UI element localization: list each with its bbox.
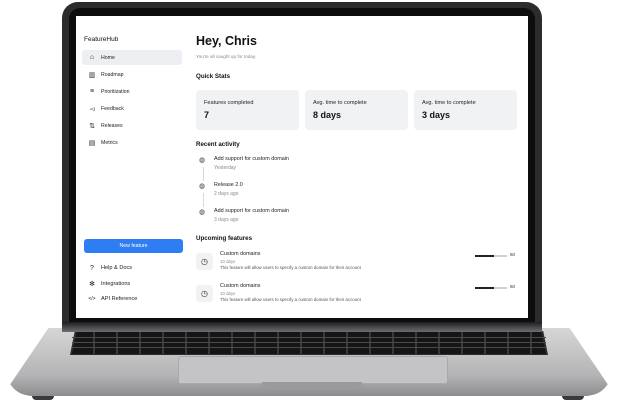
sidebar-item-releases[interactable]: ⇅ Releases — [82, 118, 182, 133]
activity-time: Yesterday — [214, 165, 237, 171]
page-title: Hey, Chris — [196, 34, 257, 48]
sidebar-nav: ⌂ Home ▥ Roadmap ≡ Prioritization ◅ Feed… — [82, 50, 182, 152]
megaphone-icon: ◅ — [89, 105, 95, 113]
page-subtitle: You're all caught up for today. — [196, 54, 257, 59]
recent-activity-heading: Recent activity — [196, 141, 240, 148]
laptop-foot — [562, 396, 584, 400]
stat-value: 7 — [204, 110, 210, 120]
stat-label: Avg. time to complete — [422, 100, 476, 106]
globe-icon: ◍ — [199, 157, 206, 164]
activity-time: 3 days ago — [214, 217, 239, 223]
activity-title: Release 2.0 — [214, 182, 243, 188]
sidebar-item-label: Prioritization — [101, 88, 130, 95]
sidebar-item-label: Feedback — [101, 105, 124, 112]
progress-bar — [475, 255, 507, 257]
sidebar-item-label: Home — [101, 54, 115, 61]
laptop-foot — [32, 396, 54, 400]
plug-icon: ✻ — [89, 280, 95, 288]
activity-title: Add support for custom domain — [214, 156, 289, 162]
list-icon: ≡ — [89, 88, 95, 95]
sidebar-item-metrics[interactable]: ▤ Metrics — [82, 135, 182, 150]
new-feature-button[interactable]: New feature — [84, 239, 183, 253]
stat-label: Avg. time to complete — [313, 100, 367, 106]
progress-fill — [475, 255, 495, 257]
sidebar-item-label: Metrics — [101, 139, 118, 146]
keyboard-row-divider — [72, 337, 546, 338]
upcoming-features-heading: Upcoming features — [196, 235, 253, 242]
sidebar: FeatureHub ⌂ Home ▥ Roadmap ≡ Prioritiza… — [76, 16, 188, 318]
progress-fill — [475, 287, 495, 289]
main-content: Hey, Chris You're all caught up for toda… — [196, 16, 528, 318]
feature-duration: 10 days — [220, 291, 236, 296]
feature-title: Custom domains — [220, 251, 261, 257]
feature-description: This feature will allow users to specify… — [220, 297, 361, 302]
bar-chart-icon: ▤ — [88, 139, 96, 147]
hinge — [62, 322, 542, 332]
stat-value: 3 days — [422, 110, 451, 120]
sidebar-item-help-docs[interactable]: ? Help & Docs — [82, 261, 182, 275]
app-window: FeatureHub ⌂ Home ▥ Roadmap ≡ Prioritiza… — [76, 16, 528, 318]
keyboard-row-divider — [72, 347, 546, 348]
stat-card: Features completed 7 — [196, 90, 299, 130]
sidebar-item-prioritization[interactable]: ≡ Prioritization — [82, 84, 182, 99]
globe-icon: ◍ — [199, 209, 206, 216]
sidebar-item-integrations[interactable]: ✻ Integrations — [82, 277, 182, 291]
map-icon: ▥ — [88, 71, 96, 79]
stat-card: Avg. time to complete 8 days — [305, 90, 408, 130]
sidebar-item-api-reference[interactable]: </> API Reference — [82, 292, 182, 306]
progress-value: 60 — [510, 284, 516, 289]
sidebar-item-roadmap[interactable]: ▥ Roadmap — [82, 67, 182, 82]
home-icon: ⌂ — [89, 54, 95, 61]
sidebar-item-label: Integrations — [101, 280, 131, 287]
keyboard-keys — [72, 332, 546, 354]
feature-description: This feature will allow users to specify… — [220, 265, 361, 270]
clock-icon: ◷ — [196, 285, 213, 302]
upcoming-feature-item[interactable]: ◷ Custom domains 10 days This feature wi… — [196, 283, 528, 311]
activity-title: Add support for custom domain — [214, 208, 289, 214]
sidebar-item-label: API Reference — [101, 296, 138, 302]
activity-item[interactable]: ◍ Add support for custom domain Yesterda… — [196, 156, 396, 181]
globe-icon: ◍ — [199, 183, 206, 190]
lid-opening-notch — [262, 382, 362, 388]
sidebar-item-label: Roadmap — [101, 71, 124, 78]
keyboard-row-divider — [72, 342, 546, 343]
timeline-connector — [202, 193, 204, 207]
app-logo-text: FeatureHub — [84, 36, 119, 43]
clock-icon: ◷ — [196, 253, 213, 270]
code-icon: </> — [88, 296, 96, 302]
activity-item[interactable]: ◍ Add support for custom domain 3 days a… — [196, 208, 396, 230]
progress-bar — [475, 287, 507, 289]
feature-duration: 10 days — [220, 259, 236, 264]
sidebar-footer-nav: ? Help & Docs ✻ Integrations </> API Ref… — [82, 261, 182, 308]
stat-value: 8 days — [313, 110, 342, 120]
sidebar-item-home[interactable]: ⌂ Home — [82, 50, 182, 65]
trackpad — [178, 356, 448, 384]
activity-time: 2 days ago — [214, 191, 239, 197]
stat-label: Features completed — [204, 100, 254, 106]
stat-card: Avg. time to complete 3 days — [414, 90, 517, 130]
sidebar-item-label: Help & Docs — [101, 265, 133, 271]
sort-arrows-icon: ⇅ — [89, 122, 95, 130]
progress-value: 60 — [510, 252, 516, 257]
sidebar-item-feedback[interactable]: ◅ Feedback — [82, 101, 182, 116]
upcoming-feature-item[interactable]: ◷ Custom domains 10 days This feature wi… — [196, 251, 528, 279]
timeline-connector — [202, 167, 204, 181]
activity-item[interactable]: ◍ Release 2.0 2 days ago — [196, 182, 396, 207]
help-icon: ? — [90, 264, 94, 272]
sidebar-item-label: Releases — [101, 122, 123, 129]
feature-title: Custom domains — [220, 283, 261, 289]
quick-stats-heading: Quick Stats — [196, 73, 231, 80]
